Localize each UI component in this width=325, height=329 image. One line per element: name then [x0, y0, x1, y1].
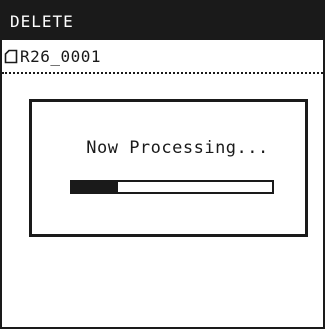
- processing-message: Now Processing...: [86, 138, 269, 158]
- progress-fill: [72, 182, 118, 192]
- screen-title: DELETE: [10, 11, 74, 31]
- file-row: R26_0001: [2, 40, 323, 74]
- file-icon: [4, 48, 18, 64]
- progress-bar: [70, 180, 274, 194]
- file-name: R26_0001: [20, 46, 102, 66]
- processing-dialog: Now Processing...: [29, 99, 308, 237]
- title-bar: DELETE: [2, 2, 323, 40]
- device-screen: DELETE R26_0001 Now Processing...: [0, 0, 325, 329]
